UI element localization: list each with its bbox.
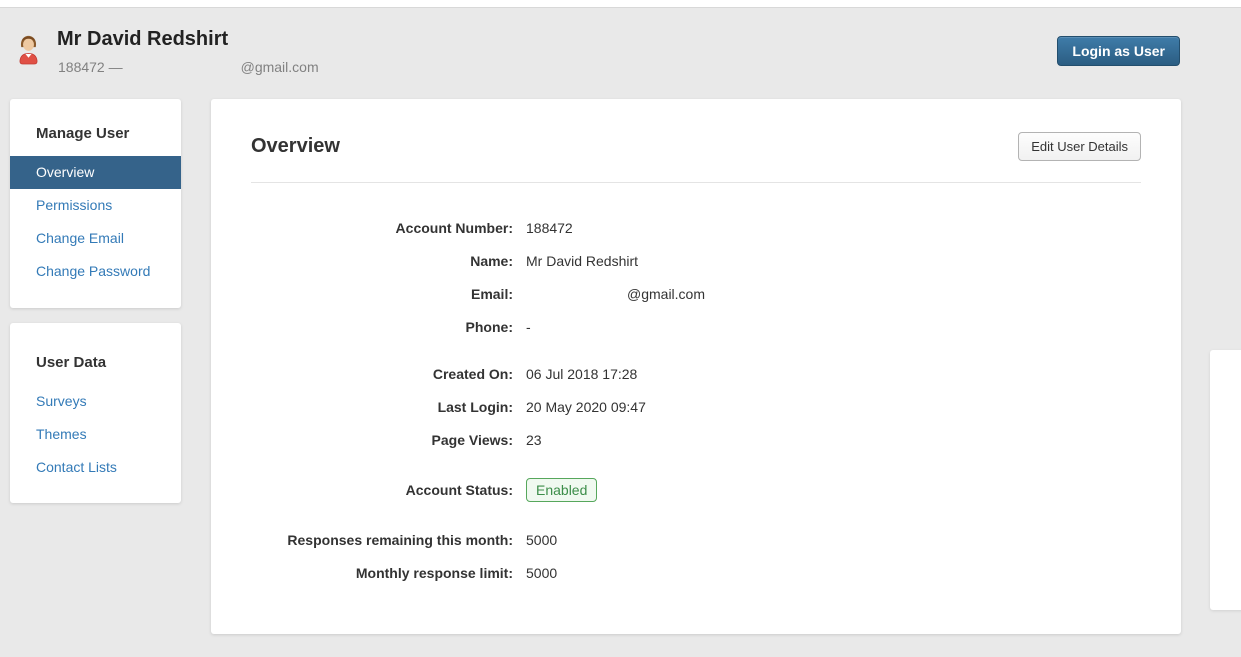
sidebar-item-change-password[interactable]: Change Password: [10, 255, 181, 288]
user-details-list: Account Number: 188472 Name: Mr David Re…: [251, 211, 1141, 589]
field-label: Account Status:: [251, 482, 513, 498]
field-created-on: Created On: 06 Jul 2018 17:28: [251, 357, 1141, 390]
field-label: Account Number:: [251, 220, 513, 236]
field-label: Responses remaining this month:: [251, 532, 513, 548]
field-label: Name:: [251, 253, 513, 269]
field-label: Email:: [251, 286, 513, 302]
user-name-title: Mr David Redshirt: [57, 27, 228, 51]
overview-card: Overview Edit User Details Account Numbe…: [211, 99, 1181, 634]
field-email: Email: @gmail.com: [251, 277, 1141, 310]
user-header: Mr David Redshirt 188472 — @gmail.com Log…: [0, 9, 1241, 98]
field-value: Enabled: [526, 478, 597, 502]
sidebar-item-themes[interactable]: Themes: [10, 418, 181, 451]
user-subtitle: 188472 — @gmail.com: [58, 59, 319, 76]
status-badge: Enabled: [526, 478, 597, 502]
field-value: 20 May 2020 09:47: [526, 399, 646, 415]
field-label: Page Views:: [251, 432, 513, 448]
field-name: Name: Mr David Redshirt: [251, 244, 1141, 277]
field-value: @gmail.com: [526, 286, 705, 302]
field-value: -: [526, 319, 531, 335]
sidebar-item-overview[interactable]: Overview: [10, 156, 181, 189]
edit-user-details-button[interactable]: Edit User Details: [1018, 132, 1141, 161]
login-as-user-button[interactable]: Login as User: [1057, 36, 1180, 66]
overview-card-header: Overview Edit User Details: [251, 99, 1141, 182]
avatar-face: [23, 38, 34, 50]
field-value: 5000: [526, 532, 557, 548]
page-title: Overview: [251, 134, 1141, 158]
user-avatar-icon: [13, 33, 44, 65]
field-value: 5000: [526, 565, 557, 581]
sidebar-item-change-email[interactable]: Change Email: [10, 222, 181, 255]
field-label: Created On:: [251, 366, 513, 382]
manage-user-heading: Manage User: [10, 99, 181, 156]
sidebar-item-surveys[interactable]: Surveys: [10, 385, 181, 418]
field-label: Phone:: [251, 319, 513, 335]
field-last-login: Last Login: 20 May 2020 09:47: [251, 390, 1141, 423]
field-value: 23: [526, 432, 542, 448]
sidebar-item-permissions[interactable]: Permissions: [10, 189, 181, 222]
top-strip: [0, 0, 1241, 8]
field-responses-remaining: Responses remaining this month: 5000: [251, 523, 1141, 556]
divider: [251, 182, 1141, 183]
field-monthly-limit: Monthly response limit: 5000: [251, 556, 1141, 589]
user-data-heading: User Data: [10, 323, 181, 385]
account-number-text: 188472 —: [58, 59, 123, 75]
field-label: Last Login:: [251, 399, 513, 415]
sidebar-item-contact-lists[interactable]: Contact Lists: [10, 451, 181, 484]
field-account-number: Account Number: 188472: [251, 211, 1141, 244]
email-suffix-text: @gmail.com: [241, 59, 319, 75]
field-value: Mr David Redshirt: [526, 253, 638, 269]
field-label: Monthly response limit:: [251, 565, 513, 581]
field-account-status: Account Status: Enabled: [251, 471, 1141, 508]
field-page-views: Page Views: 23: [251, 423, 1141, 456]
right-partial-panel: [1210, 350, 1241, 610]
field-value: 06 Jul 2018 17:28: [526, 366, 637, 382]
field-phone: Phone: -: [251, 310, 1141, 343]
field-value: 188472: [526, 220, 573, 236]
manage-user-panel: Manage User Overview Permissions Change …: [10, 99, 181, 308]
user-data-panel: User Data Surveys Themes Contact Lists: [10, 323, 181, 503]
